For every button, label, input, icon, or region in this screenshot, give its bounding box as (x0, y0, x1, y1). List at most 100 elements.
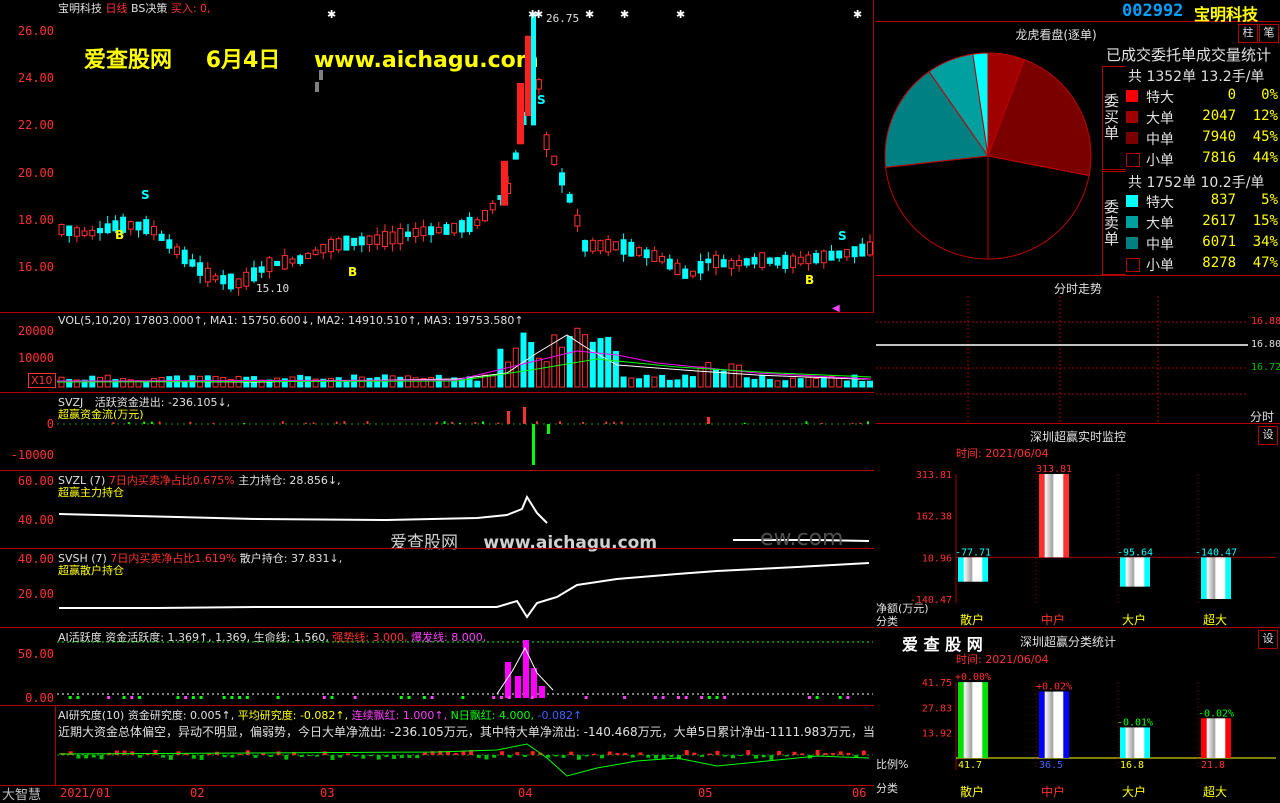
candle-body (713, 254, 719, 269)
flow-bar (189, 421, 192, 424)
research-bar (592, 753, 597, 755)
research-bar (523, 755, 527, 757)
activity-dot (700, 696, 704, 699)
research-bar (138, 755, 142, 758)
activity-dot (623, 696, 627, 699)
flow-bar (243, 422, 246, 424)
main-chart-area[interactable]: 宝明科技 日线 BS决策 买入: 0, 爱查股网 6月4日 www.aichag… (0, 0, 874, 312)
vol-pane[interactable]: VOL(5,10,20) 17803.000↑, MA1: 15750.600↓… (0, 312, 874, 392)
research-bar (114, 750, 119, 755)
legend-value: 2617 (1202, 213, 1236, 229)
classify-value-label: 21.8 (1201, 760, 1225, 771)
activity-dot (807, 696, 811, 699)
sell-total: 共 1752单 10.2手/单 (1128, 175, 1265, 191)
monitor-panel[interactable]: 深圳超赢实时监控 设 时间: 2021/06/04 313.81 162.38 10… (876, 424, 1280, 628)
vol-bar (374, 377, 381, 388)
activity-dot (422, 696, 426, 699)
star-marker: ✱ (676, 8, 685, 21)
candle-body (720, 259, 727, 268)
research-bar (492, 755, 497, 758)
classify-panel[interactable]: 爱 查 股 网 深圳超赢分类统计 设 时间: 2021/06/04 41.75 2… (876, 628, 1280, 800)
vol-bar (358, 376, 365, 388)
candle-body (774, 257, 781, 266)
intraday-panel[interactable]: 分时走势 16.88 16.80 16.72 分时 (876, 276, 1280, 424)
candle-body (212, 275, 219, 281)
candle-body (281, 255, 288, 270)
research-bar (407, 755, 412, 758)
vol-bar (605, 336, 612, 388)
monitor-bar-label: -77.71 (955, 547, 991, 558)
candle-body (143, 219, 150, 235)
research-bar (91, 755, 96, 758)
vol-bar (797, 378, 804, 388)
research-bar (761, 755, 766, 758)
research-bar (376, 755, 381, 760)
svzj-tick: -10000 (10, 448, 54, 462)
legend-pct: 5% (1261, 192, 1278, 208)
ai-research-left-box (0, 706, 56, 785)
bar-mode-button[interactable]: 柱 (1238, 24, 1258, 43)
research-bar (638, 752, 643, 755)
buy-total: 共 1352单 13.2手/单 (1128, 69, 1265, 85)
research-bar (769, 755, 774, 760)
candle-body (759, 252, 766, 268)
flow-bar (366, 421, 369, 424)
pen-mode-button[interactable]: 笔 (1259, 24, 1279, 43)
candle-body (420, 226, 427, 237)
candle-body (689, 270, 696, 277)
vol-bar (720, 370, 727, 388)
svsh-tick: 40.00 (17, 552, 54, 566)
research-bar (684, 750, 689, 755)
svzl-pane[interactable]: SVZL (7) 7日内买卖净占比0.675% 主力持仓: 28.856↓, 超… (0, 470, 874, 553)
research-bar (199, 755, 204, 760)
activity-dot (122, 696, 126, 699)
research-bar (222, 755, 227, 758)
research-bar (84, 755, 89, 759)
svzj-pane[interactable]: SVZJ 活跃资金进出: -236.105↓, 超赢资金流(万元) 0 -100… (0, 392, 874, 470)
x-axis: 大智慧 2021/01 02 03 04 05 06 (0, 785, 874, 803)
flow-bar (743, 422, 746, 424)
legend-value: 6071 (1202, 234, 1236, 250)
legend-name: 特大 (1146, 195, 1174, 211)
candle-body (766, 257, 773, 264)
candle-body (659, 256, 666, 263)
research-bar (723, 755, 728, 757)
x-tick: 02 (190, 786, 205, 800)
research-bar (153, 750, 158, 755)
x-tick: 04 (518, 786, 533, 800)
svsh-tick: 20.00 (17, 587, 54, 601)
flow-bar (443, 421, 446, 424)
vol-bar (543, 361, 550, 388)
flow-bar (281, 421, 284, 424)
research-bar (507, 755, 512, 758)
monitor-bar (1039, 474, 1069, 558)
ai-research-pane[interactable]: AI研究度(10) 资金研究度: 0.005↑, 平均研究度: -0.082↑,… (0, 705, 874, 785)
legend-row-大单: 大单 2617 15% (1126, 212, 1280, 232)
research-bar (353, 755, 358, 757)
candlestick-plot[interactable]: ✱ ✱✱ ✱ ✱ ✱ ✱◀ (57, 0, 873, 312)
candle-body (274, 260, 281, 266)
research-bar (730, 755, 735, 759)
activity-dot (653, 696, 657, 699)
star-marker: ✱ (585, 8, 594, 21)
research-bar (792, 751, 797, 755)
signal-s: S (141, 188, 150, 202)
candle-body (320, 243, 327, 254)
flow-bar (532, 424, 535, 465)
research-bar (284, 755, 289, 760)
vol-tick: 20000 (17, 324, 54, 338)
candle-body (820, 250, 827, 264)
candle-body (435, 226, 442, 234)
activity-dot (461, 696, 465, 699)
flow-bar (805, 421, 808, 424)
peak-candle (531, 13, 536, 126)
candle-body (412, 227, 419, 238)
classify-bar (1039, 691, 1069, 758)
research-bar (530, 751, 535, 755)
ai-active-pane[interactable]: AI活跃度 资金活跃度: 1.369↑, 1.369, 生命线: 1.560, … (0, 627, 874, 705)
intraday-plot (876, 296, 1248, 422)
vol-bar (697, 366, 704, 388)
svsh-pane[interactable]: SVSH (7) 7日内买卖净占比1.619% 散户持仓: 37.831↓, 超… (0, 548, 874, 627)
legend-pct: 45% (1252, 129, 1278, 145)
classify-pct-label: -0.01% (1117, 717, 1153, 728)
